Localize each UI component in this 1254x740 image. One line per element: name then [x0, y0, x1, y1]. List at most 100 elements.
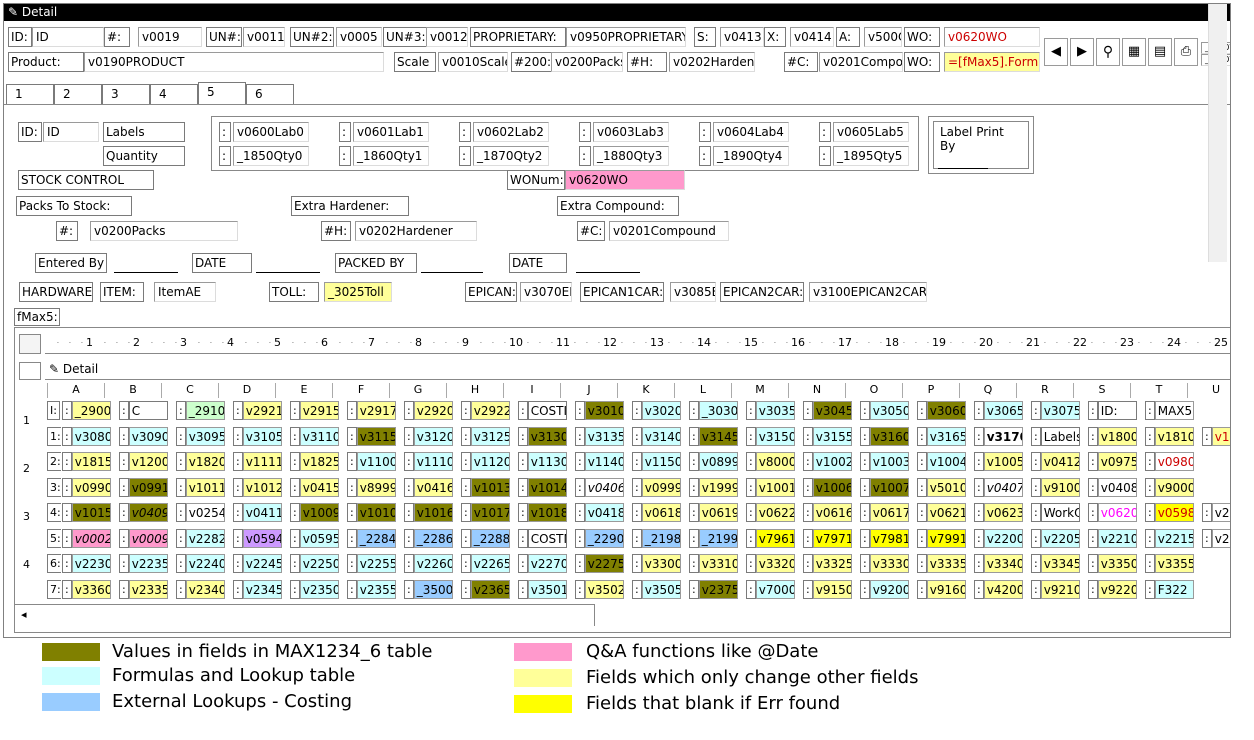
qty-field-0[interactable]: _1850Qty0	[233, 146, 309, 166]
grid-field[interactable]: v3355	[1154, 554, 1194, 573]
grid-field[interactable]: v4200	[983, 579, 1023, 599]
lab-field-1[interactable]: v0601Lab1	[353, 122, 429, 142]
grid-field[interactable]: v2275	[584, 554, 624, 573]
grid-field[interactable]: v2280	[1211, 503, 1230, 522]
grid-field[interactable]: COSTIG:	[527, 401, 567, 420]
binoculars-icon[interactable]: ⚲	[1096, 38, 1120, 66]
grid-field[interactable]: v3120	[413, 426, 453, 446]
grid-field[interactable]: v8000	[755, 452, 795, 471]
grid-field[interactable]: v3115	[356, 426, 396, 446]
grid-field[interactable]: v0899	[698, 452, 738, 471]
grid-field[interactable]: v2365	[470, 579, 510, 599]
qty-field-4[interactable]: _1890Qty4	[713, 146, 789, 166]
grid-field[interactable]: v3130	[527, 426, 567, 446]
grid-field[interactable]: v1009	[299, 503, 339, 522]
grid-field[interactable]: v0975	[1097, 452, 1137, 471]
grid-field[interactable]: v1015	[71, 503, 111, 522]
grid-field[interactable]: v0598	[1154, 503, 1194, 522]
lab-field-0[interactable]: v0600Lab0	[233, 122, 309, 142]
tab-2[interactable]: 2	[54, 84, 102, 104]
grid-field[interactable]: v3145	[698, 426, 738, 446]
grid-field[interactable]: v3330	[869, 554, 909, 573]
grid-field[interactable]: v3165	[926, 426, 966, 446]
grid-field[interactable]: v1999	[698, 477, 738, 497]
grid-field[interactable]: v2240	[185, 554, 225, 573]
grid-field[interactable]: v0412	[1040, 452, 1080, 471]
grid-field[interactable]: v1825	[299, 452, 339, 471]
grid-field[interactable]: v2255	[356, 554, 396, 573]
grid-field[interactable]: v3140	[641, 426, 681, 446]
grid-field[interactable]: v0595	[299, 528, 339, 548]
grid-field[interactable]: v2200	[983, 528, 1023, 548]
tab-6[interactable]: 6	[246, 84, 294, 104]
grid-field[interactable]: v3345	[1040, 554, 1080, 573]
packs-field[interactable]: v0200Packs	[90, 221, 238, 241]
grid-field[interactable]: v1014	[527, 477, 567, 497]
grid-field[interactable]: v0254	[185, 503, 225, 522]
grid-field[interactable]: v0620W	[1097, 503, 1137, 522]
grid-field[interactable]: v0409	[128, 503, 168, 522]
grid-field[interactable]: v8999	[356, 477, 396, 497]
prev-record-button[interactable]: ◀	[1044, 38, 1068, 66]
tab-4[interactable]: 4	[150, 84, 198, 104]
grid-field[interactable]: v3020	[641, 401, 681, 420]
grid-field[interactable]: v1100	[356, 452, 396, 471]
grid-field[interactable]: v1004	[926, 452, 966, 471]
grid-field[interactable]: v1200	[128, 452, 168, 471]
grid-field[interactable]: v7991	[926, 528, 966, 548]
header2-field-3[interactable]: v0202Harden	[669, 52, 755, 72]
grid-field[interactable]: v2235	[128, 554, 168, 573]
grid-field[interactable]: v2250	[299, 554, 339, 573]
grid-field[interactable]: v1006	[812, 477, 852, 497]
grid-field[interactable]: v9000	[1154, 477, 1194, 497]
header-field-3[interactable]: v0005	[336, 27, 382, 47]
header2-field-1[interactable]: v0010Scale	[438, 52, 508, 72]
grid-field[interactable]: v0594	[242, 528, 282, 548]
qty-field-2[interactable]: _1870Qty2	[473, 146, 549, 166]
grid-field[interactable]: v1010	[356, 503, 396, 522]
vertical-scrollbar[interactable]	[1208, 4, 1227, 262]
grid-field[interactable]: v0617	[869, 503, 909, 522]
lab-field-5[interactable]: v0605Lab5	[833, 122, 909, 142]
grid-field[interactable]: v3035	[755, 401, 795, 420]
grid-field[interactable]: v1810	[1154, 426, 1194, 446]
grid-field[interactable]: v1001	[755, 477, 795, 497]
grid-field[interactable]: v1130	[527, 452, 567, 471]
grid-field[interactable]: v0416	[413, 477, 453, 497]
epican-field[interactable]: v3070EF	[520, 282, 572, 302]
grid-field[interactable]: _2286	[413, 528, 453, 548]
header-field-8[interactable]: v500C	[864, 27, 902, 47]
grid-field[interactable]: v1140	[584, 452, 624, 471]
grid-field[interactable]: _2284	[356, 528, 396, 548]
grid-field[interactable]: v1815	[71, 452, 111, 471]
grid-field[interactable]: v2335	[128, 579, 168, 599]
grid-field[interactable]: F322	[1154, 579, 1194, 599]
grid-field[interactable]: v7000	[755, 579, 795, 599]
grid-field[interactable]: v2205	[1040, 528, 1080, 548]
tab-3[interactable]: 3	[102, 84, 150, 104]
grid-field[interactable]: v2921	[242, 401, 282, 420]
grid-field[interactable]: COSTN:	[527, 528, 567, 548]
grid-field[interactable]: v2920	[413, 401, 453, 420]
grid-field[interactable]: Labels:	[1040, 426, 1080, 446]
item-field[interactable]: ItemAE	[154, 282, 216, 302]
grid-field[interactable]: v2230	[71, 554, 111, 573]
grid-field[interactable]: v3155	[812, 426, 852, 446]
grid-field[interactable]: v2215	[1154, 528, 1194, 548]
wonum-field[interactable]: v0620WO	[565, 170, 685, 190]
header-field-4[interactable]: v0012	[426, 27, 468, 47]
grid-field[interactable]: v3360	[71, 579, 111, 599]
grid-field[interactable]: v0616	[812, 503, 852, 522]
grid-field[interactable]: _2290$	[584, 528, 624, 548]
header-field-1[interactable]: v0019	[138, 27, 202, 47]
grid-field[interactable]: v0407	[983, 477, 1023, 497]
grid-field[interactable]: v3505	[641, 579, 681, 599]
next-record-button[interactable]: ▶	[1070, 38, 1094, 66]
qty-field-3[interactable]: _1880Qty3	[593, 146, 669, 166]
grid-field[interactable]: v3160	[869, 426, 909, 446]
grid-field[interactable]: v3125	[470, 426, 510, 446]
grid-field[interactable]: v0619	[698, 503, 738, 522]
grid-field[interactable]: v2917	[356, 401, 396, 420]
grid-field[interactable]: v3080	[71, 426, 111, 446]
grid-field[interactable]: v0411	[242, 503, 282, 522]
